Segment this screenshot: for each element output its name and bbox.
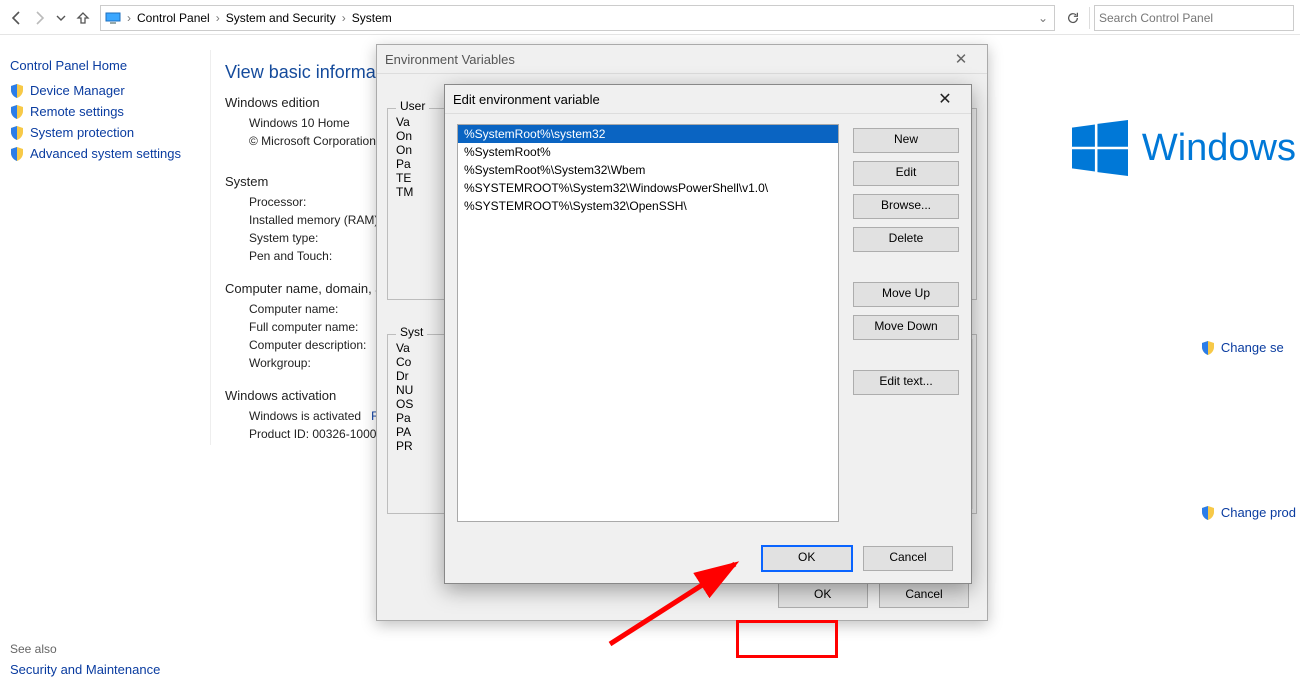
breadcrumb-item[interactable]: Control Panel [133,11,214,25]
dialog-titlebar[interactable]: Environment Variables ✕ [377,45,987,74]
sidebar: Control Panel Home Device Manager Remote … [10,50,200,167]
sidebar-link[interactable]: System protection [10,125,200,140]
breadcrumb-item[interactable]: System [348,11,396,25]
group-title: User [396,99,429,113]
breadcrumb-item[interactable]: System and Security [222,11,340,25]
see-also-link[interactable]: Security and Maintenance [10,662,160,677]
path-edit-buttons: New Edit Browse... Delete Move Up Move D… [853,124,959,522]
path-list-item[interactable]: %SystemRoot%\System32\Wbem [458,161,838,179]
shield-icon [10,105,24,119]
env-ok-button[interactable]: OK [778,583,868,608]
close-button[interactable]: ✕ [943,50,979,68]
env-cancel-button[interactable]: Cancel [879,583,969,608]
sidebar-link[interactable]: Advanced system settings [10,146,200,161]
nav-back-button[interactable] [6,7,28,29]
chevron-right-icon: › [214,11,222,25]
search-input[interactable]: Search Control Panel [1094,5,1294,31]
edit-button[interactable]: Edit [853,161,959,186]
shield-icon [10,84,24,98]
edit-dialog-footer: OK Cancel [445,544,971,573]
nav-recent-button[interactable] [50,7,72,29]
shield-icon [10,147,24,161]
windows-brand: Windows [1072,120,1296,176]
path-list-item[interactable]: %SystemRoot%\system32 [458,125,838,143]
edit-ok-button[interactable]: OK [762,546,852,571]
path-list[interactable]: %SystemRoot%\system32%SystemRoot%%System… [457,124,839,522]
dialog-title: Environment Variables [385,52,515,67]
sidebar-link[interactable]: Device Manager [10,83,200,98]
browse-button[interactable]: Browse... [853,194,959,219]
sidebar-link-label: Device Manager [30,83,125,98]
sidebar-see-also: See also Security and Maintenance [10,642,160,677]
nav-forward-button [28,7,50,29]
change-settings-link[interactable]: Change se [1201,340,1296,355]
computer-icon [105,10,121,26]
see-also-heading: See also [10,642,160,656]
edit-environment-variable-dialog: Edit environment variable ✕ %SystemRoot%… [444,84,972,584]
path-list-item[interactable]: %SYSTEMROOT%\System32\OpenSSH\ [458,197,838,215]
chevron-right-icon: › [125,11,133,25]
shield-icon [1201,341,1215,355]
change-product-key-link[interactable]: Change prod [1201,505,1296,520]
sidebar-link-label: Advanced system settings [30,146,181,161]
shield-icon [1201,506,1215,520]
shield-icon [10,126,24,140]
new-button[interactable]: New [853,128,959,153]
nav-up-button[interactable] [72,7,94,29]
annotation-highlight-box [736,620,838,658]
breadcrumb[interactable]: › Control Panel › System and Security › … [100,5,1055,31]
sidebar-link[interactable]: Remote settings [10,104,200,119]
address-bar: › Control Panel › System and Security › … [0,2,1300,35]
edit-text-button[interactable]: Edit text... [853,370,959,395]
sidebar-link-label: Remote settings [30,104,124,119]
sidebar-home-link[interactable]: Control Panel Home [10,58,200,73]
group-title: Syst [396,325,427,339]
close-button[interactable]: ✕ [927,89,963,109]
move-up-button[interactable]: Move Up [853,282,959,307]
env-dialog-footer: OK Cancel [774,581,973,610]
delete-button[interactable]: Delete [853,227,959,252]
chevron-down-icon[interactable]: ⌄ [1036,11,1050,25]
divider [1089,7,1090,29]
path-list-item[interactable]: %SYSTEMROOT%\System32\WindowsPowerShell\… [458,179,838,197]
path-list-item[interactable]: %SystemRoot% [458,143,838,161]
edit-cancel-button[interactable]: Cancel [863,546,953,571]
rhs-links: Change se Change prod [1201,340,1296,520]
dialog-titlebar[interactable]: Edit environment variable ✕ [445,85,971,114]
windows-logo-icon [1072,120,1128,176]
move-down-button[interactable]: Move Down [853,315,959,340]
refresh-button[interactable] [1061,11,1085,25]
search-placeholder: Search Control Panel [1099,11,1213,25]
dialog-title: Edit environment variable [453,92,600,107]
chevron-right-icon: › [340,11,348,25]
sidebar-link-label: System protection [30,125,134,140]
